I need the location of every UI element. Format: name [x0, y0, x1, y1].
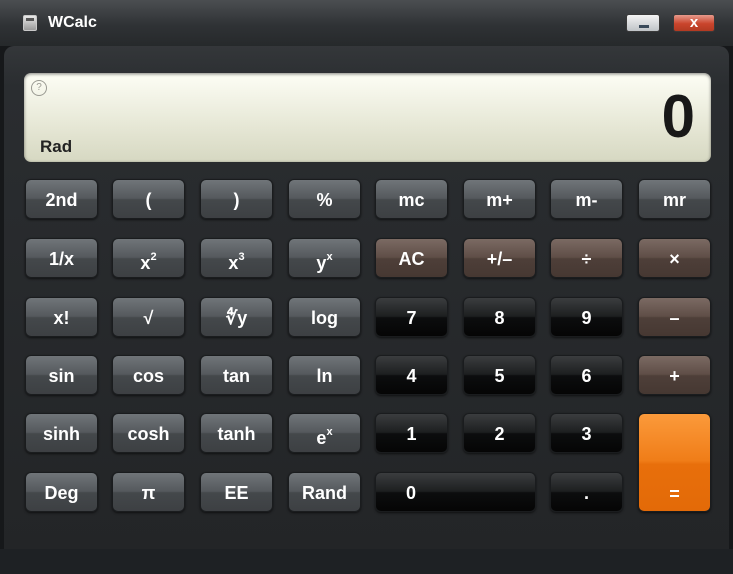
digit-9-button[interactable]: 9 — [550, 297, 623, 337]
power-button[interactable]: yx — [288, 238, 361, 278]
digit-4-button[interactable]: 4 — [375, 355, 448, 395]
cosh-button[interactable]: cosh — [112, 413, 185, 453]
tanh-button[interactable]: tanh — [200, 413, 273, 453]
cos-button[interactable]: cos — [112, 355, 185, 395]
memory-subtract-button[interactable]: m- — [550, 179, 623, 219]
reciprocal-button[interactable]: 1/x — [25, 238, 98, 278]
memory-add-button[interactable]: m+ — [463, 179, 536, 219]
close-icon: x — [689, 14, 699, 31]
help-icon[interactable]: ? — [31, 80, 47, 96]
digit-8-button[interactable]: 8 — [463, 297, 536, 337]
log-button[interactable]: log — [288, 297, 361, 337]
digit-7-button[interactable]: 7 — [375, 297, 448, 337]
exp-exponent: x — [326, 426, 333, 438]
add-button[interactable]: + — [638, 355, 711, 395]
cube-base: x — [228, 253, 239, 273]
minimize-icon — [639, 25, 649, 28]
ee-button[interactable]: EE — [200, 472, 273, 512]
close-paren-button[interactable]: ) — [200, 179, 273, 219]
square-base: x — [140, 253, 151, 273]
digit-6-button[interactable]: 6 — [550, 355, 623, 395]
digit-5-button[interactable]: 5 — [463, 355, 536, 395]
exp-base: e — [316, 428, 327, 448]
subtract-button[interactable]: – — [638, 297, 711, 337]
memory-clear-button[interactable]: mc — [375, 179, 448, 219]
sin-button[interactable]: sin — [25, 355, 98, 395]
rand-button[interactable]: Rand — [288, 472, 361, 512]
close-button[interactable]: x — [673, 14, 715, 32]
minimize-button[interactable] — [626, 14, 660, 32]
digit-1-button[interactable]: 1 — [375, 413, 448, 453]
sign-toggle-button[interactable]: +/– — [463, 238, 536, 278]
pi-button[interactable]: π — [112, 472, 185, 512]
square-root-button[interactable]: √ — [112, 297, 185, 337]
equals-button[interactable]: = — [638, 413, 711, 512]
display-value: 0 — [661, 83, 695, 150]
power-base: y — [316, 253, 327, 273]
factorial-button[interactable]: x! — [25, 297, 98, 337]
tan-button[interactable]: tan — [200, 355, 273, 395]
calculator-app-icon — [23, 15, 37, 31]
digit-0-button[interactable]: 0 — [375, 472, 536, 512]
all-clear-button[interactable]: AC — [375, 238, 448, 278]
second-function-button[interactable]: 2nd — [25, 179, 98, 219]
divide-button[interactable]: ÷ — [550, 238, 623, 278]
percent-button[interactable]: % — [288, 179, 361, 219]
square-exponent: 2 — [150, 251, 157, 263]
decimal-point-button[interactable]: . — [550, 472, 623, 512]
window-title: WCalc — [48, 14, 97, 31]
ln-button[interactable]: ln — [288, 355, 361, 395]
angle-mode-indicator: Rad — [40, 137, 73, 156]
power-exponent: x — [326, 251, 333, 263]
sinh-button[interactable]: sinh — [25, 413, 98, 453]
square-button[interactable]: x2 — [112, 238, 185, 278]
memory-recall-button[interactable]: mr — [638, 179, 711, 219]
deg-button[interactable]: Deg — [25, 472, 98, 512]
nth-root-button[interactable]: ∜y — [200, 297, 273, 337]
cube-button[interactable]: x3 — [200, 238, 273, 278]
multiply-button[interactable]: × — [638, 238, 711, 278]
cube-exponent: 3 — [238, 251, 245, 263]
open-paren-button[interactable]: ( — [112, 179, 185, 219]
title-bar[interactable]: WCalc x — [0, 0, 733, 46]
exp-button[interactable]: ex — [288, 413, 361, 453]
calculator-window: WCalc x ? 0 Rad 2nd ( ) % mc m+ m- mr 1/… — [0, 0, 733, 549]
digit-2-button[interactable]: 2 — [463, 413, 536, 453]
display-panel: ? 0 Rad — [24, 73, 711, 162]
digit-3-button[interactable]: 3 — [550, 413, 623, 453]
